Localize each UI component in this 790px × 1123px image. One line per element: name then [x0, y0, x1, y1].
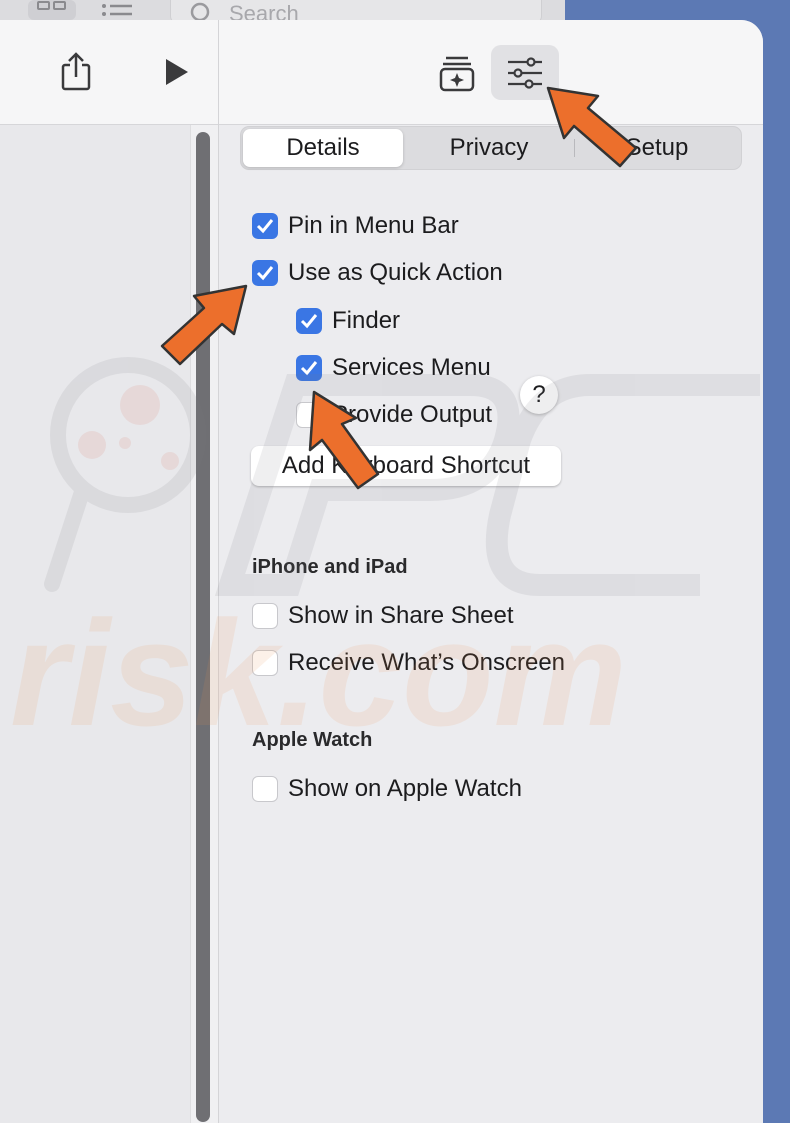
pin-in-menu-bar-option[interactable]: Pin in Menu Bar [252, 212, 459, 240]
onscreen-label: Receive What’s Onscreen [288, 649, 566, 676]
toolbar [0, 20, 763, 125]
apple-watch-option[interactable]: Show on Apple Watch [252, 775, 522, 803]
play-icon [166, 59, 188, 85]
checkmark-icon [256, 266, 274, 281]
grid-view-icon [28, 0, 76, 20]
add-keyboard-shortcut-button[interactable]: Add Keyboard Shortcut [251, 446, 561, 486]
provide-output-option[interactable]: Provide Output [296, 401, 492, 429]
tab-separator [574, 139, 575, 157]
pin-menu-bar-label: Pin in Menu Bar [288, 212, 459, 239]
scrollbar-thumb[interactable] [196, 132, 210, 1122]
apple-watch-checkbox[interactable] [252, 776, 278, 802]
checkmark-icon [256, 219, 274, 234]
share-sheet-checkbox[interactable] [252, 603, 278, 629]
onscreen-option[interactable]: Receive What’s Onscreen [252, 649, 565, 677]
tab-details[interactable]: Details [243, 129, 403, 167]
tab-privacy[interactable]: Privacy [407, 129, 571, 167]
run-button[interactable] [156, 52, 196, 92]
services-menu-checkbox[interactable] [296, 355, 322, 381]
share-sheet-option[interactable]: Show in Share Sheet [252, 602, 513, 630]
onscreen-checkbox[interactable] [252, 650, 278, 676]
help-button[interactable]: ? [520, 376, 558, 414]
list-view-icon [96, 0, 144, 20]
share-icon [61, 52, 91, 91]
services-menu-option[interactable]: Services Menu [296, 354, 491, 382]
checkmark-icon [300, 361, 318, 376]
finder-label: Finder [332, 307, 401, 334]
quick-action-checkbox[interactable] [252, 260, 278, 286]
apple-watch-section-title: Apple Watch [252, 729, 373, 751]
action-library-button[interactable] [434, 50, 480, 96]
editor-canvas [0, 125, 218, 1123]
finder-checkbox[interactable] [296, 308, 322, 334]
pin-menu-bar-checkbox[interactable] [252, 213, 278, 239]
sliders-icon [508, 56, 542, 89]
quick-action-label: Use as Quick Action [288, 259, 503, 286]
services-menu-label: Services Menu [332, 354, 491, 381]
iphone-ipad-section-title: iPhone and iPad [252, 556, 408, 578]
details-segmented-control: Details Privacy Setup [240, 126, 742, 170]
action-library-icon [439, 56, 475, 92]
provide-output-label: Provide Output [332, 401, 493, 428]
apple-watch-label: Show on Apple Watch [288, 775, 522, 802]
share-button[interactable] [56, 50, 96, 94]
share-sheet-label: Show in Share Sheet [288, 602, 514, 629]
quick-action-option[interactable]: Use as Quick Action [252, 259, 503, 287]
details-toggle-button[interactable] [491, 45, 559, 100]
provide-output-checkbox[interactable] [296, 402, 322, 428]
checkmark-icon [300, 314, 318, 329]
finder-option[interactable]: Finder [296, 307, 400, 335]
tab-setup[interactable]: Setup [577, 129, 737, 167]
